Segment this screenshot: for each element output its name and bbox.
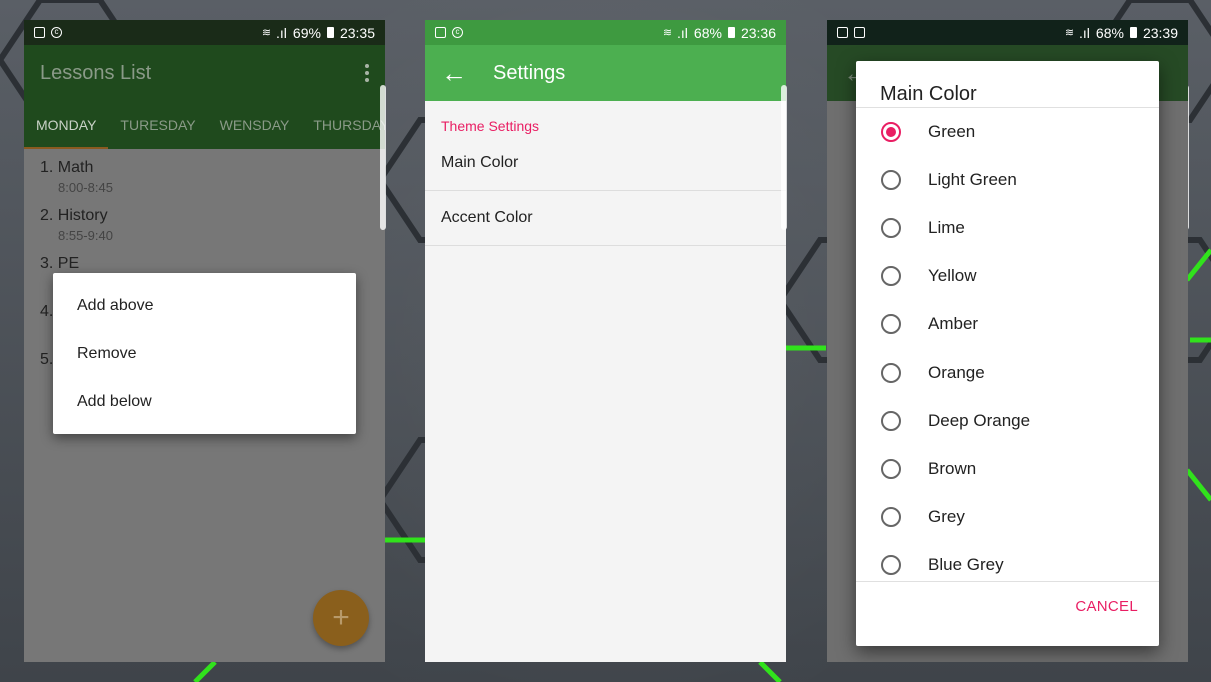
battery-percent: 68% xyxy=(1095,24,1124,41)
gallery-notification-icon xyxy=(435,27,446,38)
lesson-time: 8:00-8:45 xyxy=(58,180,113,195)
dialog-title: Main Color xyxy=(880,83,977,105)
radio-unchecked-icon xyxy=(881,314,901,335)
day-tabs: MONDAY TURESDAY WENSDAY THURSDAY xyxy=(24,101,385,149)
radio-unchecked-icon xyxy=(881,266,901,287)
radio-checked-icon xyxy=(881,122,901,143)
gallery-notification-icon xyxy=(34,27,45,38)
option-label: Blue Grey xyxy=(928,554,1004,574)
battery-percent: 68% xyxy=(693,24,722,41)
radio-unchecked-icon xyxy=(881,362,901,383)
accent-color-setting[interactable]: Accent Color xyxy=(425,191,786,246)
menu-item-add-below[interactable]: Add below xyxy=(53,378,356,426)
status-bar: c ≋ .ıl 68% 23:36 xyxy=(425,20,786,45)
page-title: Lessons List xyxy=(40,61,152,84)
edge-panel-handle[interactable] xyxy=(380,85,386,230)
color-option-green[interactable]: Green xyxy=(856,108,1159,156)
color-option-amber[interactable]: Amber xyxy=(856,300,1159,348)
tab-wednesday[interactable]: WENSDAY xyxy=(208,101,302,149)
page-title: Settings xyxy=(493,61,566,84)
edge-panel-handle[interactable] xyxy=(781,85,787,230)
lesson-number: 5. xyxy=(40,351,54,368)
back-arrow-icon[interactable]: ← xyxy=(441,60,467,86)
lesson-name: 1. Math xyxy=(40,159,94,176)
clock: 23:36 xyxy=(740,24,776,41)
tab-tuesday[interactable]: TURESDAY xyxy=(108,101,207,149)
lesson-number: 4. xyxy=(40,303,54,320)
option-label: Grey xyxy=(928,506,965,526)
main-color-setting[interactable]: Main Color xyxy=(425,136,786,191)
option-label: Amber xyxy=(928,314,979,334)
preference-category: Theme Settings xyxy=(441,118,540,134)
option-label: Light Green xyxy=(928,170,1017,190)
color-option-yellow[interactable]: Yellow xyxy=(856,252,1159,300)
option-label: Orange xyxy=(928,362,985,382)
signal-icon: .ıl xyxy=(276,24,287,41)
color-option-orange[interactable]: Orange xyxy=(856,348,1159,396)
status-bar: c ≋ .ıl 69% 23:35 xyxy=(24,20,385,45)
phone-screen-lessons: c ≋ .ıl 69% 23:35 Lessons List MONDAY TU… xyxy=(24,20,385,662)
menu-item-add-above[interactable]: Add above xyxy=(53,282,356,330)
app-bar: ← Settings xyxy=(425,45,786,101)
gallery-notification-icon xyxy=(854,27,865,38)
radio-unchecked-icon xyxy=(881,554,901,575)
color-option-grey[interactable]: Grey xyxy=(856,493,1159,541)
battery-percent: 69% xyxy=(292,24,321,41)
clock: 23:35 xyxy=(339,24,375,41)
context-menu: Add above Remove Add below xyxy=(53,273,356,434)
battery-icon xyxy=(326,27,334,38)
option-label: Deep Orange xyxy=(928,410,1031,430)
clock: 23:39 xyxy=(1142,24,1178,41)
add-lesson-button[interactable]: + xyxy=(313,590,369,646)
list-item[interactable]: 3. PE xyxy=(40,255,79,273)
phone-screen-color-dialog: ≋ .ıl 68% 23:39 ← Main Color Green Light… xyxy=(827,20,1188,662)
signal-icon: .ıl xyxy=(1079,24,1090,41)
battery-icon xyxy=(727,27,735,38)
battery-icon xyxy=(1129,27,1137,38)
option-label: Brown xyxy=(928,458,977,478)
radio-unchecked-icon xyxy=(881,410,901,431)
option-label: Lime xyxy=(928,218,965,238)
option-label: Yellow xyxy=(928,266,977,286)
tab-thursday[interactable]: THURSDAY xyxy=(301,101,385,149)
list-item[interactable]: 1. Math 8:00-8:45 xyxy=(40,159,113,195)
tab-monday[interactable]: MONDAY xyxy=(24,101,109,149)
overflow-menu-icon[interactable] xyxy=(365,64,369,82)
copyright-notification-icon: c xyxy=(51,27,62,38)
status-bar: ≋ .ıl 68% 23:39 xyxy=(827,20,1188,45)
lesson-name: 2. History xyxy=(40,207,108,224)
radio-unchecked-icon xyxy=(881,458,901,479)
phone-screen-settings: c ≋ .ıl 68% 23:36 ← Settings Theme Setti… xyxy=(425,20,786,662)
list-item[interactable]: 2. History 8:55-9:40 xyxy=(40,207,113,243)
color-option-blue-grey[interactable]: Blue Grey xyxy=(856,541,1159,581)
color-option-lime[interactable]: Lime xyxy=(856,204,1159,252)
option-label: Green xyxy=(928,122,976,142)
color-option-light-green[interactable]: Light Green xyxy=(856,156,1159,204)
main-color-dialog: Main Color Green Light Green Lime Yellow… xyxy=(856,61,1159,646)
lesson-name: 3. PE xyxy=(40,255,80,272)
color-option-list: Green Light Green Lime Yellow Amber Oran… xyxy=(856,107,1159,582)
copyright-notification-icon: c xyxy=(452,27,463,38)
app-bar: Lessons List xyxy=(24,45,385,101)
color-option-brown[interactable]: Brown xyxy=(856,445,1159,493)
radio-unchecked-icon xyxy=(881,506,901,527)
lesson-time: 8:55-9:40 xyxy=(58,228,113,243)
radio-unchecked-icon xyxy=(881,170,901,191)
menu-item-remove[interactable]: Remove xyxy=(53,330,356,378)
cancel-button[interactable]: CANCEL xyxy=(1075,598,1138,615)
wifi-icon: ≋ xyxy=(261,27,271,39)
radio-unchecked-icon xyxy=(881,218,901,239)
color-option-deep-orange[interactable]: Deep Orange xyxy=(856,397,1159,445)
wifi-icon: ≋ xyxy=(1064,27,1074,39)
charging-notification-icon xyxy=(837,27,848,38)
wifi-icon: ≋ xyxy=(662,27,672,39)
signal-icon: .ıl xyxy=(677,24,688,41)
